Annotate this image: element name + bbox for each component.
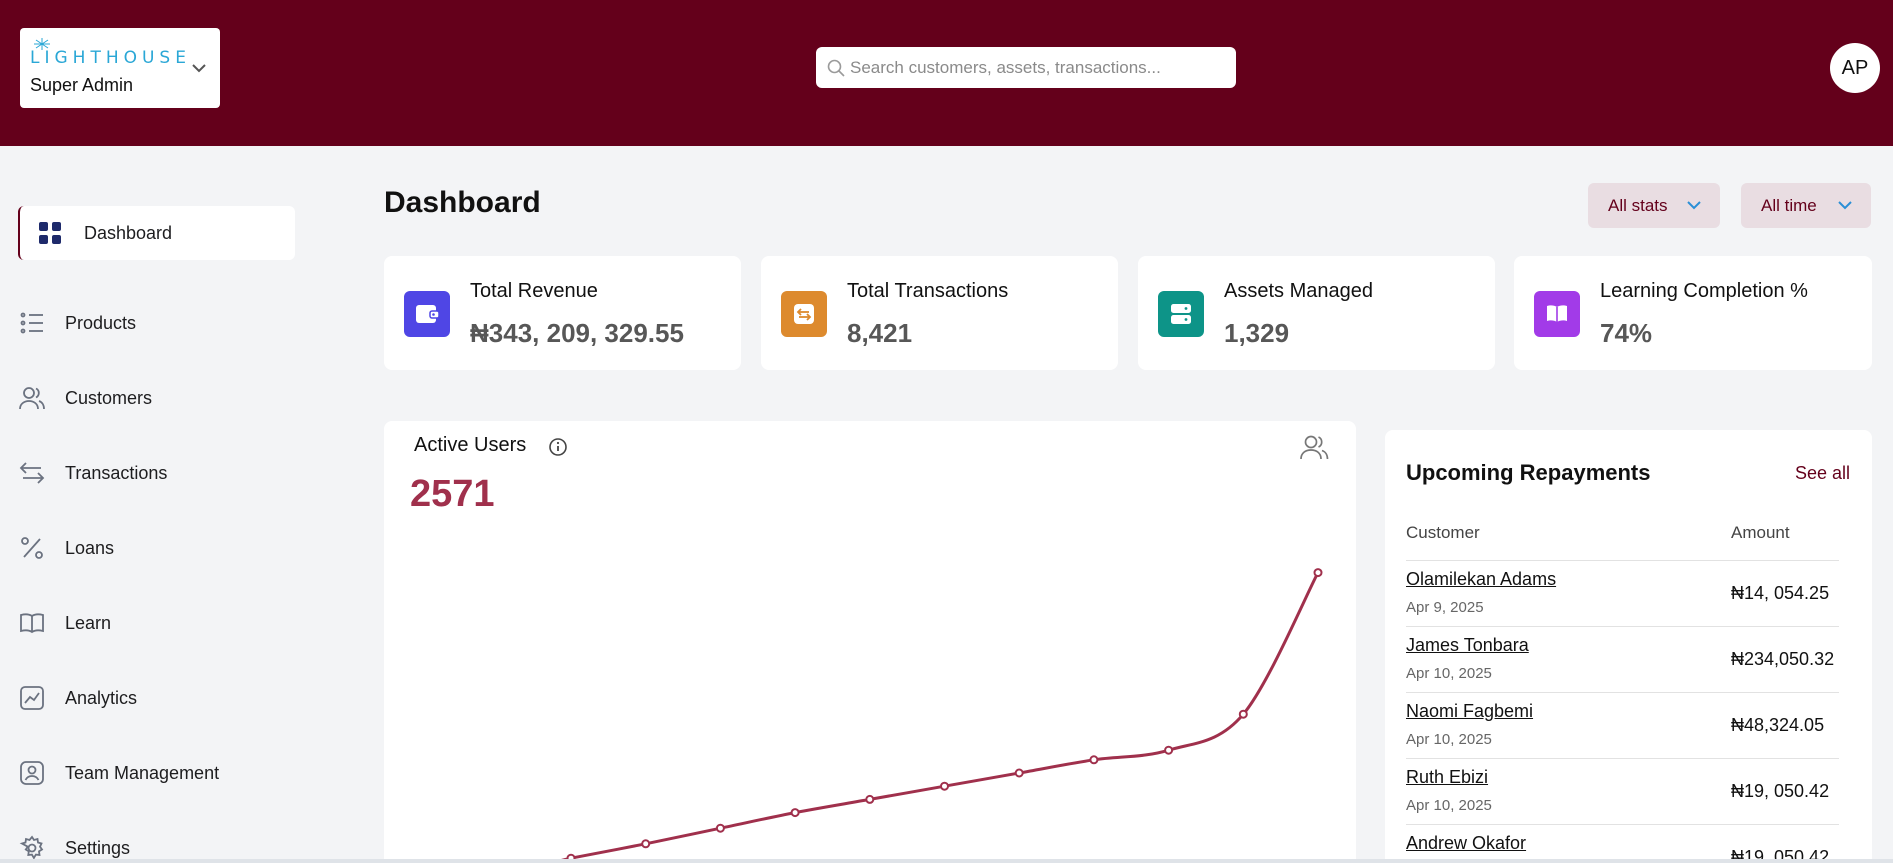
list-icon bbox=[18, 309, 46, 337]
active-users-series-line bbox=[547, 571, 1320, 863]
grid-icon bbox=[36, 219, 64, 247]
workspace-switcher[interactable]: LIGHTHOUSE Super Admin bbox=[20, 28, 220, 108]
table-row: Olamilekan Adams Apr 9, 2025 ₦14, 054.25 bbox=[1406, 560, 1839, 626]
stat-card-total-transactions: Total Transactions 8,421 bbox=[761, 256, 1118, 370]
server-icon bbox=[1158, 291, 1204, 337]
customer-name-link[interactable]: Andrew Okafor bbox=[1406, 833, 1526, 854]
data-point[interactable] bbox=[790, 808, 800, 818]
customer-name-link[interactable]: Naomi Fagbemi bbox=[1406, 701, 1533, 722]
book-open-icon bbox=[18, 609, 46, 637]
users-icon bbox=[18, 384, 46, 412]
sidebar-item-label: Customers bbox=[65, 387, 153, 408]
table-row: Naomi Fagbemi Apr 10, 2025 ₦48,324.05 bbox=[1406, 692, 1839, 758]
customer-name-link[interactable]: Olamilekan Adams bbox=[1406, 569, 1556, 590]
time-filter-dropdown[interactable]: All time bbox=[1741, 183, 1871, 228]
sidebar-item-label: Transactions bbox=[65, 462, 168, 483]
active-users-line-chart bbox=[547, 568, 1323, 863]
repayment-date: Apr 10, 2025 bbox=[1406, 731, 1492, 748]
data-point[interactable] bbox=[865, 794, 875, 804]
chevron-down-icon bbox=[1838, 201, 1852, 210]
repayments-title: Upcoming Repayments bbox=[1406, 460, 1651, 485]
customer-name-link[interactable]: James Tonbara bbox=[1406, 635, 1529, 656]
sidebar-item-transactions[interactable]: Transactions bbox=[18, 446, 295, 500]
sidebar-item-learn[interactable]: Learn bbox=[18, 596, 295, 650]
percent-icon bbox=[18, 534, 46, 562]
sidebar-item-loans[interactable]: Loans bbox=[18, 521, 295, 575]
repayment-amount: ₦234,050.32 bbox=[1731, 649, 1835, 669]
trend-chart-icon bbox=[18, 684, 46, 712]
active-users-card: Active Users 2571 bbox=[384, 421, 1356, 863]
customer-name-link[interactable]: Ruth Ebizi bbox=[1406, 767, 1488, 788]
stats-filter-dropdown[interactable]: All stats bbox=[1588, 183, 1720, 228]
data-point[interactable] bbox=[1313, 568, 1323, 578]
arrows-exchange-icon bbox=[18, 459, 46, 487]
search-icon bbox=[827, 59, 845, 77]
data-point[interactable] bbox=[1238, 709, 1248, 719]
stats-filter-label: All stats bbox=[1608, 195, 1668, 215]
time-filter-label: All time bbox=[1761, 195, 1817, 215]
exchange-icon bbox=[781, 291, 827, 337]
data-point[interactable] bbox=[940, 781, 949, 791]
sidebar-item-label: Settings bbox=[65, 837, 131, 858]
column-header-amount: Amount bbox=[1731, 523, 1790, 542]
sidebar-item-label: Team Management bbox=[65, 762, 220, 783]
stat-value: 1,329 bbox=[1224, 318, 1290, 348]
chevron-down-icon[interactable] bbox=[189, 58, 209, 78]
sidebar-item-label: Dashboard bbox=[84, 222, 173, 243]
top-header: LIGHTHOUSE Super Admin AP bbox=[0, 0, 1893, 146]
stat-card-total-revenue: Total Revenue ₦343, 209, 329.55 bbox=[384, 256, 741, 370]
brand-logo: LIGHTHOUSE bbox=[30, 48, 191, 68]
gear-icon bbox=[18, 834, 46, 862]
sidebar-item-products[interactable]: Products bbox=[18, 296, 295, 350]
repayment-date: Apr 10, 2025 bbox=[1406, 665, 1492, 682]
stat-card-assets-managed: Assets Managed 1,329 bbox=[1138, 256, 1495, 370]
sidebar-item-label: Loans bbox=[65, 537, 115, 558]
data-point[interactable] bbox=[1014, 768, 1024, 778]
page-title: Dashboard bbox=[384, 186, 541, 219]
data-point[interactable] bbox=[1089, 755, 1099, 765]
sidebar-item-team-management[interactable]: Team Management bbox=[18, 746, 295, 800]
sidebar-item-customers[interactable]: Customers bbox=[18, 371, 295, 425]
column-header-customer: Customer bbox=[1406, 523, 1480, 542]
data-point[interactable] bbox=[715, 823, 725, 833]
repayment-date: Apr 10, 2025 bbox=[1406, 797, 1492, 814]
stat-title: Learning Completion % bbox=[1600, 280, 1808, 302]
table-row: Ruth Ebizi Apr 10, 2025 ₦19, 050.42 bbox=[1406, 758, 1839, 824]
stat-value: ₦343, 209, 329.55 bbox=[470, 318, 684, 348]
stat-value: 74% bbox=[1600, 318, 1653, 348]
wallet-icon bbox=[404, 291, 450, 337]
stat-title: Assets Managed bbox=[1224, 280, 1373, 302]
chevron-down-icon bbox=[1687, 201, 1701, 210]
user-avatar[interactable]: AP bbox=[1830, 43, 1880, 93]
data-point[interactable] bbox=[1164, 745, 1174, 755]
sidebar-item-settings[interactable]: Settings bbox=[18, 821, 295, 863]
table-row: Andrew Okafor ₦19, 050.42 bbox=[1406, 824, 1839, 863]
upcoming-repayments-card: Upcoming Repayments See all Customer Amo… bbox=[1385, 430, 1872, 863]
stat-card-learning-completion: Learning Completion % 74% bbox=[1514, 256, 1872, 370]
sidebar-item-label: Products bbox=[65, 312, 137, 333]
repayment-amount: ₦48,324.05 bbox=[1731, 715, 1825, 735]
bottom-edge bbox=[0, 859, 1893, 863]
sidebar-item-label: Learn bbox=[65, 612, 112, 633]
role-label: Super Admin bbox=[30, 75, 134, 95]
user-badge-icon bbox=[18, 759, 46, 787]
stat-value: 8,421 bbox=[847, 318, 913, 348]
stat-title: Total Revenue bbox=[470, 280, 598, 302]
sidebar-item-dashboard[interactable]: Dashboard bbox=[18, 206, 295, 260]
sidebar-item-label: Analytics bbox=[65, 687, 138, 708]
sidebar-item-analytics[interactable]: Analytics bbox=[18, 671, 295, 725]
book-icon bbox=[1534, 291, 1580, 337]
see-all-link[interactable]: See all bbox=[1795, 463, 1850, 484]
repayment-amount: ₦14, 054.25 bbox=[1731, 583, 1830, 603]
data-point[interactable] bbox=[641, 839, 651, 849]
search-input[interactable] bbox=[850, 47, 1230, 88]
repayment-date: Apr 9, 2025 bbox=[1406, 599, 1484, 616]
global-search[interactable] bbox=[816, 47, 1236, 88]
stat-title: Total Transactions bbox=[847, 280, 1009, 302]
table-row: James Tonbara Apr 10, 2025 ₦234,050.32 bbox=[1406, 626, 1839, 692]
repayment-amount: ₦19, 050.42 bbox=[1731, 781, 1830, 801]
